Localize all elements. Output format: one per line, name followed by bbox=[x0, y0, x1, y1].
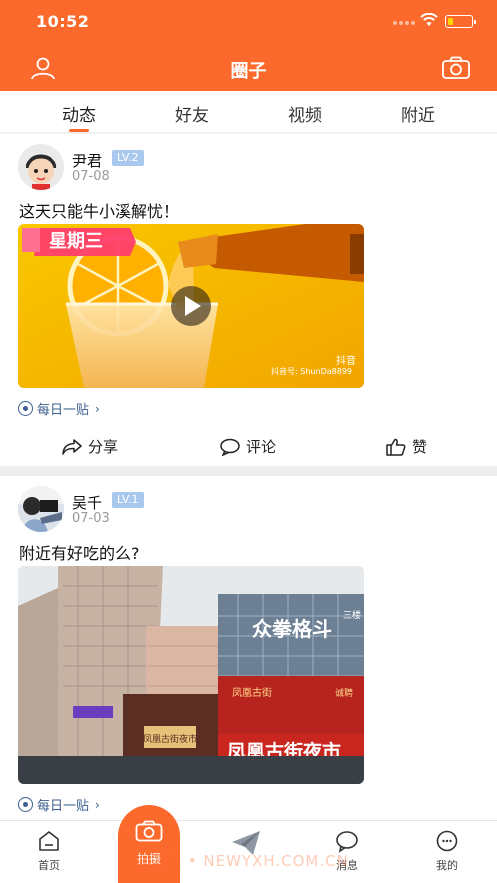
chevron-right-icon: › bbox=[95, 797, 100, 812]
like-button[interactable]: 赞 bbox=[386, 436, 427, 457]
chevron-right-icon: › bbox=[95, 401, 100, 416]
profile-icon bbox=[436, 830, 458, 852]
post-image[interactable]: 众拳格斗 三楼 凤凰古街 诚聘 凤凰古街夜市 凤凰古街夜市 bbox=[18, 566, 364, 784]
shop-sign-gate: 凤凰古街夜市 bbox=[143, 733, 197, 745]
shop-sign-street: 凤凰古街 bbox=[232, 686, 272, 699]
comment-label: 评论 bbox=[246, 438, 277, 456]
tab-active-indicator bbox=[69, 129, 89, 132]
share-icon bbox=[62, 438, 82, 455]
post-text: 附近有好吃的么? bbox=[19, 544, 140, 563]
shop-sign-hiring: 诚聘 bbox=[335, 687, 353, 699]
topic-icon bbox=[18, 797, 33, 812]
wifi-icon bbox=[420, 13, 438, 26]
post-tag-label: 每日一贴 bbox=[37, 403, 90, 418]
divider bbox=[0, 466, 497, 476]
post-text: 这天只能牛小溪解忧！ bbox=[19, 202, 180, 221]
shop-sign-floor: 三楼 bbox=[343, 609, 361, 621]
status-time: 10:52 bbox=[36, 12, 90, 31]
tab-friends[interactable]: 好友 bbox=[152, 101, 232, 126]
nav-mine[interactable]: 我的 bbox=[417, 829, 477, 873]
level-badge: LV.1 bbox=[112, 492, 144, 508]
tab-dynamic[interactable]: 动态 bbox=[39, 101, 119, 126]
comment-icon bbox=[220, 438, 240, 456]
avatar[interactable] bbox=[18, 144, 64, 190]
camera-icon bbox=[135, 820, 163, 842]
level-badge: LV.2 bbox=[112, 150, 144, 166]
post-video[interactable]: 抖音号: ShunDa8899 抖音 星期三 bbox=[18, 224, 364, 388]
home-icon bbox=[39, 831, 59, 851]
camera-icon[interactable] bbox=[441, 56, 471, 80]
post-tag[interactable]: 每日一贴 › bbox=[18, 795, 100, 814]
signal-icon bbox=[393, 20, 415, 26]
topic-icon bbox=[18, 401, 33, 416]
site-watermark: 玩意下载 • NEWYXH.COM.CN bbox=[118, 852, 349, 870]
post-date: 07-03 bbox=[72, 511, 110, 526]
top-bar: 10:52 圈子 bbox=[0, 0, 497, 91]
comment-button[interactable]: 评论 bbox=[220, 436, 276, 457]
tab-bar: 动态 好友 视频 附近 bbox=[0, 91, 497, 133]
post-tag[interactable]: 每日一贴 › bbox=[18, 399, 100, 418]
username: 吴千 bbox=[72, 494, 103, 512]
avatar[interactable] bbox=[18, 486, 64, 532]
page-title: 圈子 bbox=[230, 61, 267, 82]
thumbs-up-icon bbox=[386, 438, 406, 456]
like-label: 赞 bbox=[412, 438, 428, 456]
share-label: 分享 bbox=[88, 438, 119, 456]
status-bar: 10:52 bbox=[0, 0, 497, 44]
nav-home-label: 首页 bbox=[38, 859, 60, 872]
post-card: 吴千 LV.1 07-03 附近有好吃的么? 众拳格斗 三楼 凤凰古街 诚聘 凤… bbox=[0, 476, 497, 820]
username: 尹君 bbox=[72, 152, 103, 170]
post-card: 尹君 LV.2 07-08 这天只能牛小溪解忧！ 抖音号: ShunDa8899… bbox=[0, 134, 497, 466]
app-header: 圈子 bbox=[0, 44, 497, 91]
video-watermark-tiktok: 抖音 bbox=[336, 354, 356, 367]
post-tag-label: 每日一贴 bbox=[37, 799, 90, 814]
tab-video[interactable]: 视频 bbox=[265, 101, 345, 126]
video-badge: 星期三 bbox=[49, 231, 103, 252]
shop-sign-gym: 众拳格斗 bbox=[252, 617, 332, 641]
share-button[interactable]: 分享 bbox=[62, 436, 118, 457]
post-actions: 分享 评论 赞 bbox=[0, 426, 497, 466]
tab-nearby[interactable]: 附近 bbox=[378, 101, 458, 126]
battery-icon bbox=[445, 15, 476, 28]
shoot-button[interactable]: 拍摄 bbox=[118, 805, 180, 883]
post-date: 07-08 bbox=[72, 169, 110, 184]
nav-home[interactable]: 首页 bbox=[19, 829, 79, 873]
nav-mine-label: 我的 bbox=[436, 859, 458, 872]
video-watermark-id: 抖音号: ShunDa8899 bbox=[271, 366, 352, 376]
